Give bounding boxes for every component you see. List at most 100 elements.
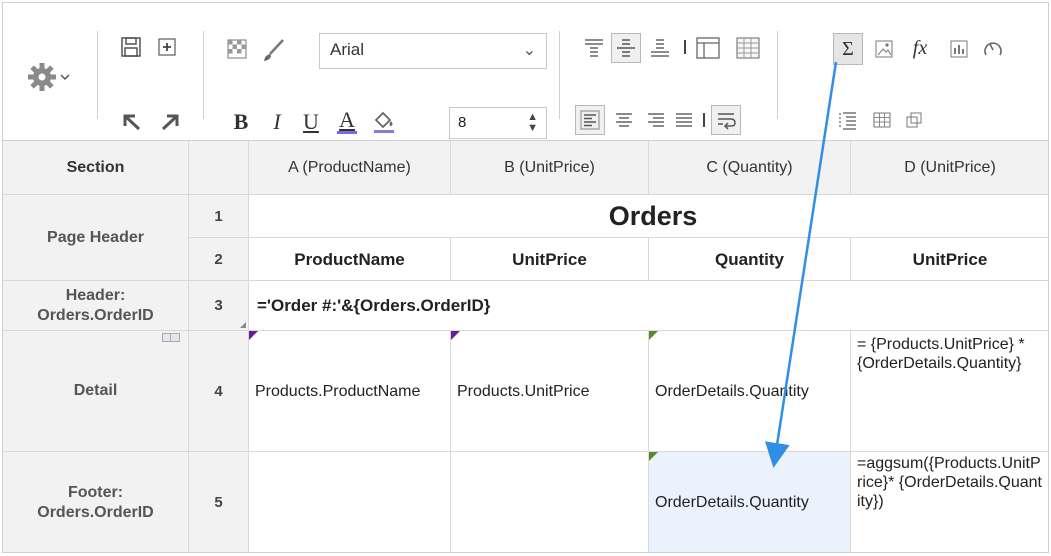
underline-button[interactable]: U: [299, 107, 323, 137]
detail-cell-c[interactable]: OrderDetails.Quantity: [649, 331, 851, 452]
row-number-5[interactable]: 5: [189, 452, 249, 552]
insert-function-button[interactable]: fx: [903, 33, 937, 63]
section-detail[interactable]: Detail: [3, 331, 189, 452]
expression-marker-icon: [249, 331, 258, 340]
table-grid-icon: [736, 37, 760, 59]
cell-background-button[interactable]: [223, 35, 251, 63]
insert-gauge-button[interactable]: [979, 35, 1007, 63]
font-family-value: Arial: [330, 40, 365, 59]
align-center-button[interactable]: [611, 107, 637, 133]
footer-cell-c-text: OrderDetails.Quantity: [655, 494, 809, 511]
indent-button[interactable]: [835, 107, 861, 133]
toolbar-separator: [97, 31, 98, 119]
undo-icon: [123, 114, 141, 131]
bold-button[interactable]: B: [229, 107, 253, 137]
font-size-value: 8: [458, 114, 467, 131]
footer-cell-d-text: =aggsum({Products.UnitPrice}* {OrderDeta…: [857, 455, 1042, 510]
redo-button[interactable]: [155, 107, 185, 135]
font-color-swatch: [337, 130, 357, 134]
font-color-button[interactable]: A: [335, 105, 359, 137]
column-header-b[interactable]: B (UnitPrice): [451, 141, 649, 195]
row-number-1[interactable]: 1: [189, 195, 249, 238]
title-cell[interactable]: Orders: [249, 195, 1048, 238]
section-group-header[interactable]: Header: Orders.OrderID: [3, 281, 189, 331]
report-title: Orders: [608, 200, 698, 231]
table-icon: [873, 112, 891, 128]
insert-table-button[interactable]: [869, 107, 895, 133]
spinner-arrows-icon[interactable]: ▲ ▼: [527, 112, 538, 134]
undo-button[interactable]: [117, 107, 147, 135]
italic-button[interactable]: I: [265, 107, 289, 137]
paint-bucket-icon: [374, 111, 394, 133]
align-top-icon: [585, 39, 603, 57]
wrap-text-button[interactable]: [711, 105, 741, 135]
align-right-icon: [648, 113, 664, 127]
column-header-c[interactable]: C (Quantity): [649, 141, 851, 195]
align-middle-button[interactable]: [611, 33, 641, 63]
align-right-button[interactable]: [643, 107, 669, 133]
header-cell-c[interactable]: Quantity: [649, 238, 851, 281]
detail-cell-d-text: = {Products.UnitPrice} * {OrderDetails.Q…: [857, 336, 1025, 372]
row-number-3[interactable]: 3: [189, 281, 249, 331]
indent-icon: [839, 112, 856, 130]
expression-marker-icon: [649, 452, 658, 461]
gear-icon: [28, 63, 70, 91]
header-cell-b[interactable]: UnitPrice: [451, 238, 649, 281]
font-size-input[interactable]: 8 ▲ ▼: [449, 107, 547, 139]
report-designer-grid: Section A (ProductName) B (UnitPrice) C …: [2, 140, 1049, 553]
expression-marker-icon: [451, 331, 460, 340]
column-header-d[interactable]: D (UnitPrice): [851, 141, 1048, 195]
report-toolbar: Arial ⌄ B I U A 8 ▲ ▼ Σ fx: [2, 2, 1049, 140]
settings-menu-button[interactable]: [25, 59, 75, 95]
detail-cell-c-text: OrderDetails.Quantity: [655, 382, 809, 400]
subreport-icon: [906, 112, 922, 128]
bold-label: B: [233, 109, 249, 134]
justify-button[interactable]: [671, 107, 697, 133]
group-expression-cell[interactable]: ='Order #:'&{Orders.OrderID}: [249, 281, 1048, 331]
footer-cell-a[interactable]: [249, 452, 451, 552]
header-cell-d[interactable]: UnitPrice: [851, 238, 1048, 281]
insert-image-button[interactable]: [871, 35, 897, 63]
column-header-a[interactable]: A (ProductName): [249, 141, 451, 195]
floppy-disk-icon: [121, 37, 141, 57]
insert-subreport-button[interactable]: [901, 107, 927, 133]
fill-color-button[interactable]: [369, 105, 399, 137]
save-button[interactable]: [117, 33, 145, 61]
plus-box-icon: [158, 38, 176, 56]
toolbar-separator: [559, 31, 560, 119]
underline-label: U: [303, 109, 319, 134]
footer-cell-b[interactable]: [451, 452, 649, 552]
section-toggle-icon[interactable]: [162, 333, 180, 342]
toolbar-separator: [203, 31, 204, 119]
footer-cell-c-selected[interactable]: OrderDetails.Quantity: [649, 452, 851, 552]
detail-cell-b-text: Products.UnitPrice: [457, 382, 590, 400]
sum-button[interactable]: Σ: [833, 33, 863, 65]
column-header-rownum: [189, 141, 249, 195]
section-page-header[interactable]: Page Header: [3, 195, 189, 281]
align-top-button[interactable]: [581, 35, 607, 61]
header-cell-a[interactable]: ProductName: [249, 238, 451, 281]
row-number-4[interactable]: 4: [189, 331, 249, 452]
expression-marker-icon: [649, 331, 658, 340]
align-left-button[interactable]: [575, 105, 605, 135]
resize-corner-icon[interactable]: [240, 322, 246, 328]
bar-chart-icon: [950, 40, 968, 58]
font-family-select[interactable]: Arial ⌄: [319, 33, 547, 69]
gauge-icon: [984, 42, 1002, 56]
insert-chart-button[interactable]: [945, 35, 973, 63]
redo-icon: [161, 114, 179, 131]
align-middle-icon: [617, 39, 635, 57]
format-painter-button[interactable]: [259, 35, 289, 65]
row-number-2[interactable]: 2: [189, 238, 249, 281]
detail-cell-b[interactable]: Products.UnitPrice: [451, 331, 649, 452]
detail-cell-a[interactable]: Products.ProductName: [249, 331, 451, 452]
add-button[interactable]: [153, 33, 181, 61]
table-grid-button[interactable]: [733, 33, 763, 63]
align-bottom-button[interactable]: [647, 35, 673, 61]
align-bottom-icon: [651, 39, 669, 57]
footer-cell-d[interactable]: =aggsum({Products.UnitPrice}* {OrderDeta…: [851, 452, 1048, 552]
detail-cell-d[interactable]: = {Products.UnitPrice} * {OrderDetails.Q…: [851, 331, 1048, 452]
borders-button[interactable]: [693, 33, 723, 63]
row-number-3-label: 3: [214, 297, 223, 314]
section-group-footer[interactable]: Footer: Orders.OrderID: [3, 452, 189, 552]
